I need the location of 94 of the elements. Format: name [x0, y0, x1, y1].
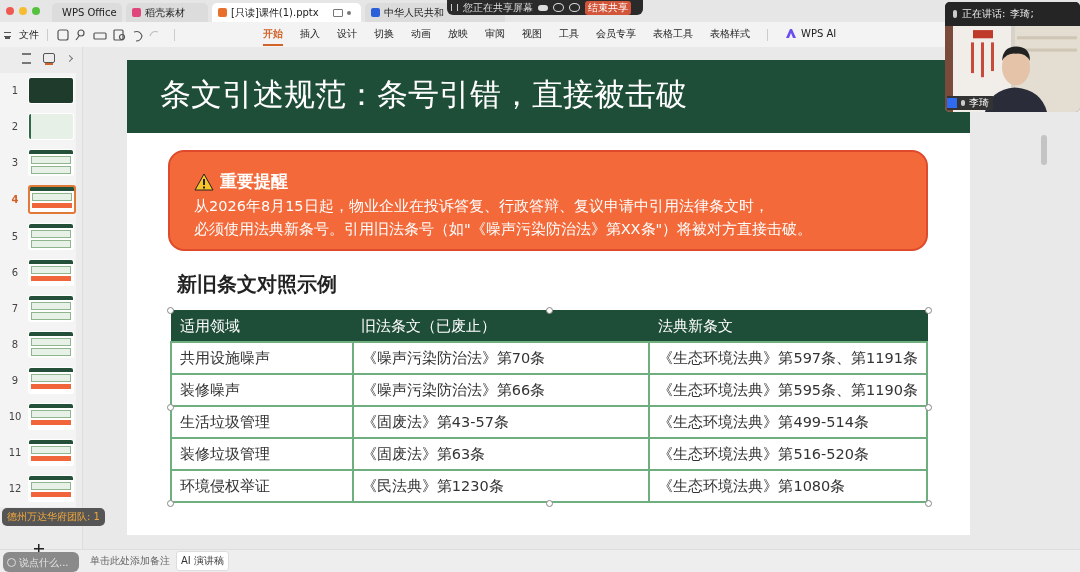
chat-notification[interactable]: 德州万达华府团队: 1	[2, 508, 105, 526]
slide-number: 5	[10, 231, 20, 242]
slide-number: 2	[10, 121, 20, 132]
resize-handle[interactable]	[167, 500, 174, 507]
resize-handle[interactable]	[167, 307, 174, 314]
wps-ai-button[interactable]: WPS AI	[785, 25, 837, 44]
alert-text: 必须使用法典新条号。引用旧法条号（如"《噪声污染防治法》第XX条"）将被对方直接击破。	[194, 220, 814, 239]
slide-number: 9	[10, 375, 20, 386]
microphone-icon	[961, 100, 965, 106]
file-menu[interactable]: 文件	[19, 27, 39, 42]
resize-handle[interactable]	[925, 500, 932, 507]
slide-number: 10	[8, 411, 22, 422]
table-cell: 《噪声污染防治法》第66条	[352, 374, 650, 406]
speaker-name: 李琦;	[1010, 7, 1034, 21]
slide-thumbnail[interactable]	[28, 331, 74, 358]
ribbon-tab[interactable]: 开始	[263, 23, 283, 46]
table-cell: 生活垃圾管理	[171, 406, 353, 438]
slide-thumbnail[interactable]	[28, 149, 74, 176]
slide-thumbnail[interactable]	[28, 367, 74, 394]
ribbon-tab[interactable]: 工具	[559, 23, 579, 46]
slide-number: 4	[10, 194, 20, 205]
slide-number: 7	[10, 303, 20, 314]
ribbon-tab[interactable]: 视图	[522, 23, 542, 46]
table-cell: 装修垃圾管理	[171, 438, 353, 470]
slide-title: 条文引述规范：条号引错，直接被击破	[127, 60, 970, 133]
table-cell: 《生态环境法典》第516-520条	[649, 438, 927, 470]
participant-name: 李琦	[969, 96, 989, 110]
ribbon-tab[interactable]: 插入	[300, 23, 320, 46]
slide-view-icon[interactable]	[43, 53, 55, 63]
outline-view-icon[interactable]	[22, 52, 31, 64]
table-cell: 《噪声污染防治法》第70条	[352, 342, 650, 374]
ribbon-tab[interactable]: 放映	[448, 23, 468, 46]
slide-thumbnail[interactable]	[28, 77, 74, 104]
table-cell: 《生态环境法典》第1080条	[649, 470, 927, 502]
slide-thumbnail[interactable]	[28, 223, 74, 250]
resize-handle[interactable]	[546, 500, 553, 507]
stop-share-button[interactable]: 结束共享	[585, 0, 631, 15]
table-cell: 共用设施噪声	[171, 342, 353, 374]
ribbon-tab[interactable]: 表格工具	[653, 23, 693, 46]
ribbon-tab[interactable]: 表格样式	[710, 23, 750, 46]
slide-thumbnail[interactable]	[28, 439, 74, 466]
chat-input-field[interactable]: 说点什么...	[3, 552, 79, 572]
monitor-icon[interactable]	[332, 8, 343, 17]
table-cell: 环境侵权举证	[171, 470, 353, 502]
table-cell: 《固废法》第63条	[352, 438, 650, 470]
slide-number: 11	[8, 447, 22, 458]
slide-thumbnail[interactable]	[28, 403, 74, 430]
ribbon-tab[interactable]: 切换	[374, 23, 394, 46]
column-header: 旧法条文（已废止）	[352, 310, 650, 342]
resize-handle[interactable]	[167, 403, 174, 411]
slide-thumbnail[interactable]	[28, 475, 74, 502]
ribbon-tab[interactable]: 审阅	[485, 23, 505, 46]
slide-number: 3	[10, 157, 20, 168]
comparison-table[interactable]	[170, 310, 928, 503]
slide-thumbnail[interactable]	[28, 259, 74, 286]
app-icon	[371, 8, 380, 17]
app-icon	[218, 8, 227, 17]
speaking-label: 正在讲话:	[962, 7, 1006, 21]
column-header: 法典新条文	[649, 310, 927, 342]
ribbon-tab[interactable]: 设计	[337, 23, 357, 46]
table-cell: 《民法典》第1230条	[352, 470, 650, 502]
table-cell: 《生态环境法典》第595条、第1190条	[649, 374, 927, 406]
document-tab[interactable]: WPS Office	[52, 3, 122, 22]
slide-thumbnail[interactable]	[28, 185, 76, 214]
notes-field[interactable]: 单击此处添加备注	[90, 554, 170, 568]
slide-number: 8	[10, 339, 20, 350]
alert-title: 重要提醒	[220, 170, 288, 193]
microphone-icon[interactable]	[953, 10, 957, 18]
slide-number: 12	[8, 483, 22, 494]
scrollbar-thumb[interactable]	[1041, 135, 1047, 165]
app-icon	[132, 8, 141, 17]
document-tab[interactable]: 稻壳素材	[126, 3, 208, 22]
ai-speech-button[interactable]: AI 演讲稿	[176, 551, 229, 571]
ribbon-tab[interactable]: 会员专享	[596, 23, 636, 46]
slide-number: 1	[10, 85, 20, 96]
menu-icon[interactable]	[4, 32, 11, 37]
slide-thumbnail[interactable]	[28, 113, 74, 140]
unsaved-dot-icon	[346, 10, 351, 15]
slide-number: 6	[10, 267, 20, 278]
ai-logo-icon	[785, 28, 797, 39]
resize-handle[interactable]	[546, 307, 553, 314]
ribbon-tab[interactable]: 动画	[411, 23, 431, 46]
column-header: 适用领域	[171, 310, 353, 342]
warning-icon	[194, 172, 214, 191]
table-cell: 装修噪声	[171, 374, 353, 406]
table-cell: 《生态环境法典》第597条、第1191条	[649, 342, 927, 374]
document-tab[interactable]: [只读]课件(1).pptx	[212, 3, 361, 22]
close-icon[interactable]	[6, 7, 14, 15]
section-heading: 新旧条文对照示例	[177, 271, 337, 298]
slide-thumbnail[interactable]	[28, 295, 74, 322]
table-cell: 《固废法》第43-57条	[352, 406, 650, 438]
resize-handle[interactable]	[925, 403, 932, 411]
resize-handle[interactable]	[925, 307, 932, 314]
alert-text: 从2026年8月15日起，物业企业在投诉答复、行政答辩、复议申请中引用法律条文时，	[194, 197, 770, 216]
